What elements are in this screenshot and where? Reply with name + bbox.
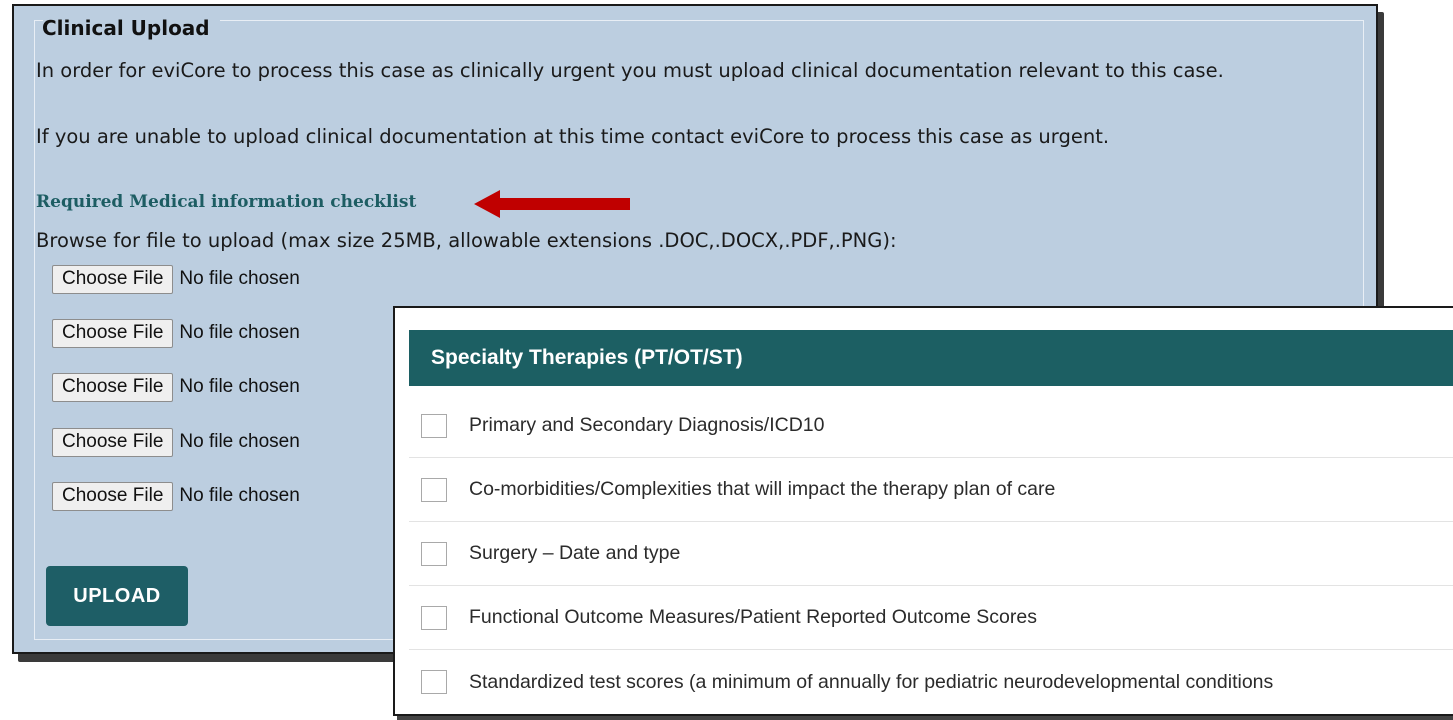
file-input-row: Choose File No file chosen [52, 318, 300, 348]
browse-instructions: Browse for file to upload (max size 25MB… [36, 229, 897, 252]
checkbox[interactable] [421, 541, 447, 566]
choose-file-button[interactable]: Choose File [52, 264, 174, 294]
choose-file-button[interactable]: Choose File [52, 427, 174, 457]
upload-button[interactable]: UPLOAD [46, 566, 188, 626]
file-input-row: Choose File No file chosen [52, 264, 300, 294]
file-status: No file chosen [179, 376, 300, 397]
file-input-row: Choose File No file chosen [52, 427, 300, 457]
file-status: No file chosen [179, 322, 300, 343]
checkbox[interactable] [421, 605, 447, 630]
checkbox[interactable] [421, 413, 447, 438]
red-left-arrow-icon [474, 190, 630, 218]
required-medical-checklist-link[interactable]: Required Medical information checklist [36, 192, 416, 212]
file-status: No file chosen [179, 268, 300, 289]
checklist-item-label: Surgery – Date and type [469, 542, 681, 564]
checklist-item-label: Co-morbidities/Complexities that will im… [469, 478, 1056, 500]
urgent-instructions: In order for eviCore to process this cas… [36, 59, 1224, 82]
file-input-row: Choose File No file chosen [52, 481, 300, 511]
checklist-item: Standardized test scores (a minimum of a… [409, 650, 1453, 714]
file-input-row: Choose File No file chosen [52, 372, 300, 402]
checklist-item: Surgery – Date and type [409, 522, 1453, 586]
clinical-upload-title: Clinical Upload [42, 16, 210, 40]
checklist-item-label: Primary and Secondary Diagnosis/ICD10 [469, 414, 825, 436]
checklist-item: Functional Outcome Measures/Patient Repo… [409, 586, 1453, 650]
checklist-item-label: Standardized test scores (a minimum of a… [469, 670, 1274, 693]
choose-file-button[interactable]: Choose File [52, 372, 174, 402]
contact-instructions: If you are unable to upload clinical doc… [36, 125, 1110, 148]
checklist-header: Specialty Therapies (PT/OT/ST) [409, 330, 1453, 386]
file-status: No file chosen [179, 485, 300, 506]
checklist-item: Co-morbidities/Complexities that will im… [409, 458, 1453, 522]
file-status: No file chosen [179, 431, 300, 452]
specialty-therapies-checklist: Specialty Therapies (PT/OT/ST) Primary a… [393, 306, 1453, 716]
choose-file-button[interactable]: Choose File [52, 481, 174, 511]
checkbox[interactable] [421, 477, 447, 502]
choose-file-button[interactable]: Choose File [52, 318, 174, 348]
checklist-item-label: Functional Outcome Measures/Patient Repo… [469, 606, 1037, 628]
checkbox[interactable] [421, 670, 447, 694]
checklist-item: Primary and Secondary Diagnosis/ICD10 [409, 394, 1453, 458]
